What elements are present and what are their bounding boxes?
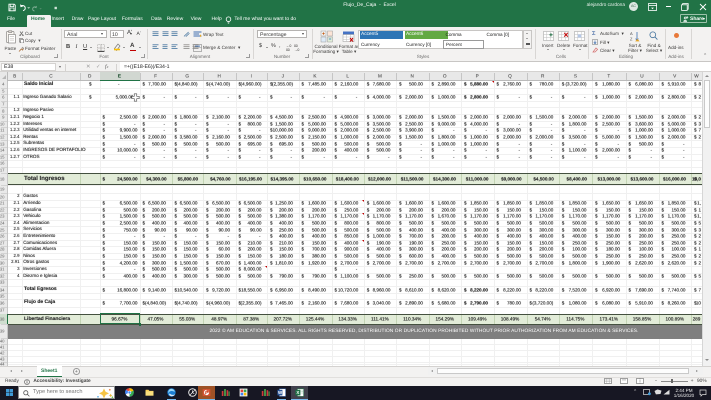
svg-text:P: P: [205, 391, 208, 396]
svg-text:Z: Z: [630, 37, 633, 42]
svg-text:A: A: [630, 31, 633, 36]
svg-text:X: X: [296, 391, 299, 396]
